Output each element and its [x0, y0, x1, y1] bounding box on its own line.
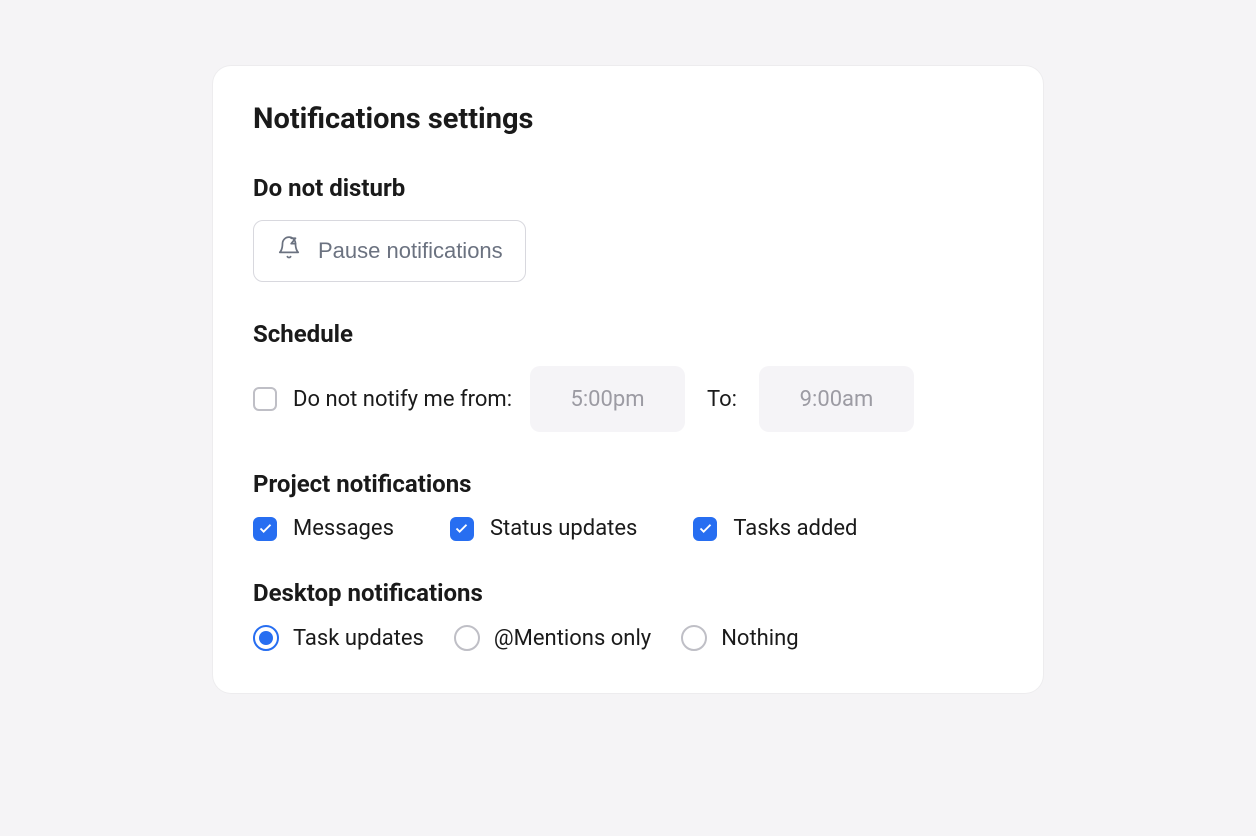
schedule-heading: Schedule	[253, 320, 1003, 348]
notifications-settings-card: Notifications settings Do not disturb Pa…	[213, 66, 1043, 693]
radio-nothing[interactable]: Nothing	[681, 625, 798, 651]
pause-notifications-label: Pause notifications	[318, 238, 503, 264]
checkbox-icon	[450, 517, 474, 541]
section-schedule: Schedule Do not notify me from: To:	[253, 320, 1003, 432]
desktop-options-row: Task updates @Mentions only Nothing	[253, 625, 1003, 651]
pause-notifications-button[interactable]: Pause notifications	[253, 220, 526, 282]
radio-label: Nothing	[721, 626, 798, 651]
schedule-to-input[interactable]	[759, 366, 914, 432]
checkbox-tasks-added[interactable]: Tasks added	[693, 516, 857, 541]
radio-task-updates[interactable]: Task updates	[253, 625, 424, 651]
section-project-notifications: Project notifications Messages Status up…	[253, 470, 1003, 541]
schedule-to-label: To:	[707, 387, 737, 412]
schedule-row: Do not notify me from: To:	[253, 366, 1003, 432]
radio-dot-icon	[259, 631, 273, 645]
checkbox-messages[interactable]: Messages	[253, 516, 394, 541]
schedule-checkbox-label: Do not notify me from:	[293, 387, 512, 412]
checkbox-icon	[253, 517, 277, 541]
checkbox-status-updates[interactable]: Status updates	[450, 516, 637, 541]
checkbox-label: Tasks added	[733, 516, 857, 541]
checkbox-icon	[253, 387, 277, 411]
schedule-from-input[interactable]	[530, 366, 685, 432]
checkbox-icon	[693, 517, 717, 541]
radio-mentions-only[interactable]: @Mentions only	[454, 625, 651, 651]
section-desktop-notifications: Desktop notifications Task updates @Ment…	[253, 579, 1003, 651]
radio-icon	[681, 625, 707, 651]
radio-icon	[454, 625, 480, 651]
project-options-row: Messages Status updates Tasks added	[253, 516, 1003, 541]
radio-icon	[253, 625, 279, 651]
desktop-heading: Desktop notifications	[253, 579, 1003, 607]
radio-label: @Mentions only	[494, 626, 651, 651]
page-title: Notifications settings	[253, 102, 1003, 136]
checkbox-label: Status updates	[490, 516, 637, 541]
checkbox-label: Messages	[293, 516, 394, 541]
radio-label: Task updates	[293, 626, 424, 651]
schedule-checkbox[interactable]: Do not notify me from:	[253, 387, 512, 412]
section-do-not-disturb: Do not disturb Pause notifications	[253, 174, 1003, 282]
project-heading: Project notifications	[253, 470, 1003, 498]
bell-snooze-icon	[276, 235, 302, 267]
dnd-heading: Do not disturb	[253, 174, 1003, 202]
